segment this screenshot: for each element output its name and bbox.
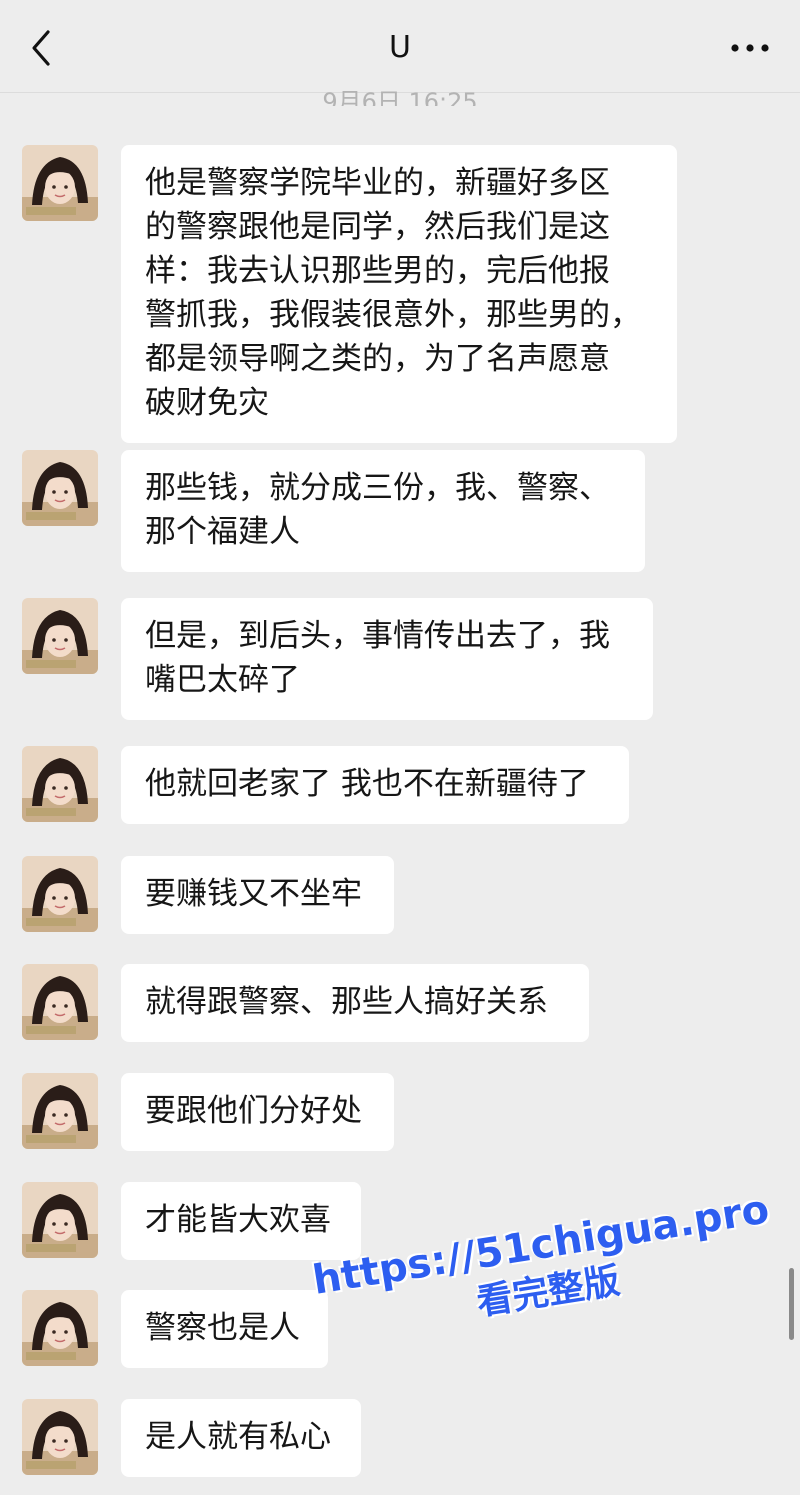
chat-header: U — [0, 0, 800, 93]
avatar[interactable] — [22, 450, 98, 526]
message-bubble[interactable]: 是人就有私心 — [121, 1399, 361, 1477]
message-bubble[interactable]: 他是警察学院毕业的，新疆好多区 的警察跟他是同学，然后我们是这 样：我去认识那些… — [121, 145, 677, 443]
chat-title: U — [389, 30, 411, 65]
scrollbar[interactable] — [789, 1268, 794, 1340]
avatar[interactable] — [22, 598, 98, 674]
ellipsis-icon[interactable] — [728, 38, 772, 58]
watermark: https://51chigua.pro 看完整版 — [300, 1183, 789, 1353]
avatar[interactable] — [22, 1290, 98, 1366]
message-bubble[interactable]: 那些钱，就分成三份，我、警察、 那个福建人 — [121, 450, 645, 572]
message-bubble[interactable]: 要跟他们分好处 — [121, 1073, 394, 1151]
avatar[interactable] — [22, 1399, 98, 1475]
avatar[interactable] — [22, 145, 98, 221]
avatar[interactable] — [22, 964, 98, 1040]
message-bubble[interactable]: 就得跟警察、那些人搞好关系 — [121, 964, 589, 1042]
avatar[interactable] — [22, 746, 98, 822]
message-bubble[interactable]: 但是，到后头，事情传出去了，我 嘴巴太碎了 — [121, 598, 653, 720]
message-bubble[interactable]: 他就回老家了 我也不在新疆待了 — [121, 746, 629, 824]
message-bubble[interactable]: 才能皆大欢喜 — [121, 1182, 361, 1260]
avatar[interactable] — [22, 1182, 98, 1258]
message-timestamp: 9月6日 16:25 — [322, 88, 478, 106]
message-bubble[interactable]: 要赚钱又不坐牢 — [121, 856, 394, 934]
avatar[interactable] — [22, 1073, 98, 1149]
message-bubble[interactable]: 警察也是人 — [121, 1290, 328, 1368]
avatar[interactable] — [22, 856, 98, 932]
